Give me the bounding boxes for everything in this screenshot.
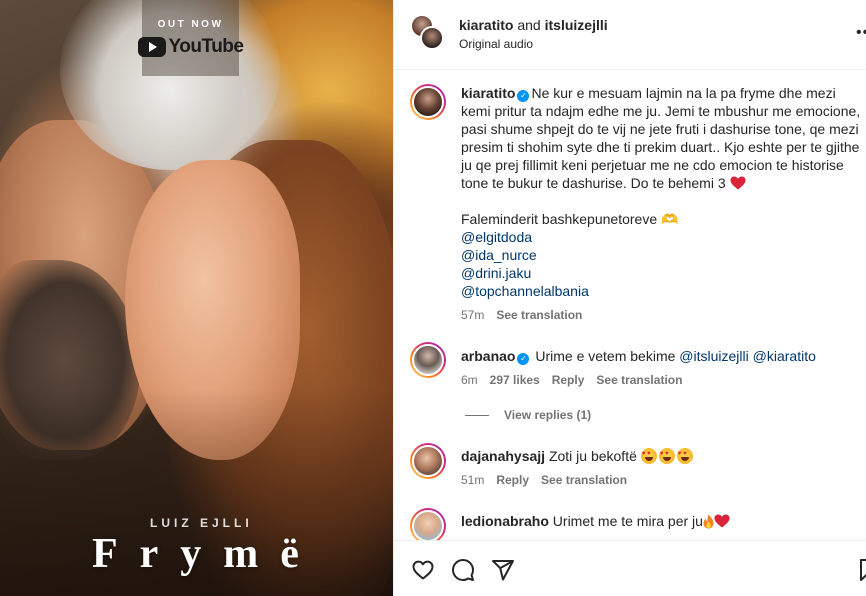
share-icon[interactable] <box>491 558 515 582</box>
likes-count[interactable]: 297 likes <box>490 373 540 387</box>
action-bar <box>394 540 866 596</box>
mention-link[interactable]: @ida_nurce <box>461 246 857 264</box>
comment-username[interactable]: arbanao <box>461 348 515 364</box>
author-username[interactable]: kiaratito <box>459 17 513 33</box>
see-translation-button[interactable]: See translation <box>596 373 682 387</box>
comment-username[interactable]: dajanahysajj <box>461 448 545 464</box>
avatar-image <box>412 86 444 118</box>
caption-line: presim ti shohim syte dhe ti prekim duar… <box>461 139 860 155</box>
audio-link[interactable]: Original audio <box>459 37 533 51</box>
comment-body: Urimet me te mira per ju <box>552 513 703 529</box>
avatar[interactable] <box>410 443 446 479</box>
comment-username[interactable]: ledionabraho <box>461 513 549 529</box>
and-text: and <box>513 17 545 33</box>
timestamp[interactable]: 6m <box>461 373 478 387</box>
comment-text: arbanao ✓ Urime e vetem bekime @itsluizej… <box>461 348 857 365</box>
caption-thanks: Faleminderit bashkepunetoreve 🫶 <box>461 211 679 227</box>
comment-icon[interactable] <box>451 558 475 582</box>
out-now-text: OUT NOW <box>157 18 224 30</box>
red-heart-icon <box>714 514 730 528</box>
mention-link[interactable]: @drini.jaku <box>461 264 857 282</box>
reply-button[interactable]: Reply <box>496 473 529 487</box>
heart-eyes-emoji-icon <box>640 448 657 464</box>
view-replies-label: View replies (1) <box>504 408 592 422</box>
avatar[interactable] <box>410 508 446 540</box>
caption-line: pasi shume shpejt do te vij ne jete frut… <box>461 121 859 137</box>
comment-meta: 6m 297 likes Reply See translation <box>461 373 682 387</box>
caption-line-text: Ne kur e mesuam lajmin na la pa fryme dh… <box>531 85 836 101</box>
caption-line: kiaratito ✓ Ne kur e mesuam lajmin na la p… <box>461 84 857 102</box>
like-heart-icon[interactable] <box>411 558 435 582</box>
caption-meta: 57m See translation <box>461 308 582 322</box>
comment-meta: 51m Reply See translation <box>461 473 627 487</box>
timestamp[interactable]: 57m <box>461 308 484 322</box>
post-media[interactable]: OUT NOW YouTube LUIZ EJLLI Frymë <box>0 0 393 596</box>
caption-body: kiaratito ✓ Ne kur e mesuam lajmin na la p… <box>461 84 861 192</box>
out-now-badge: OUT NOW YouTube <box>137 0 244 76</box>
post-panel: kiaratito and itsluizejlli Original audi… <box>393 0 866 596</box>
mention-link[interactable]: @topchannelalbania <box>461 282 857 300</box>
post-header: kiaratito and itsluizejlli Original audi… <box>394 0 866 70</box>
heart-eyes-emoji-icon <box>658 448 675 464</box>
heart-eyes-emoji-icon <box>676 448 693 464</box>
avatar[interactable] <box>420 26 444 50</box>
see-translation-button[interactable]: See translation <box>541 473 627 487</box>
caption-line: kemi pritur ta ndajm edhe me ju. Jemi te… <box>461 103 861 119</box>
youtube-logo: YouTube <box>137 35 244 58</box>
verified-icon: ✓ <box>517 353 530 365</box>
collaborator-username[interactable]: itsluizejlli <box>545 17 608 33</box>
red-heart-icon <box>730 176 745 190</box>
avatar[interactable] <box>410 84 446 120</box>
view-replies-button[interactable]: View replies (1) <box>465 408 591 422</box>
save-bookmark-icon[interactable] <box>856 558 866 582</box>
more-options-icon[interactable]: ••• <box>856 24 866 42</box>
collab-avatars[interactable] <box>410 14 444 52</box>
comment-body: Zoti ju bekoftë <box>548 448 641 464</box>
author-names: kiaratito and itsluizejlli <box>459 17 608 33</box>
avatar-image <box>412 445 444 477</box>
caption-line: tone te bukur te dashurise. Do te behemi… <box>461 174 857 192</box>
avatar-image <box>412 344 444 376</box>
reply-button[interactable]: Reply <box>552 373 585 387</box>
comments-section: kiaratito ✓ Ne kur e mesuam lajmin na la p… <box>394 70 866 540</box>
comment-text: dajanahysajj Zoti ju bekoftë <box>461 448 695 464</box>
divider <box>465 414 489 416</box>
caption-line-text: tone te bukur te dashurise. Do te behemi… <box>461 175 726 191</box>
caption: kiaratito ✓ Ne kur e mesuam lajmin na la p… <box>461 84 861 300</box>
see-translation-button[interactable]: See translation <box>496 308 582 322</box>
song-title: Frymë <box>92 531 321 577</box>
comment-body: Urime e vetem bekime <box>535 348 680 364</box>
mention-link[interactable]: @kiaratito <box>753 348 816 364</box>
media-shade <box>0 0 393 596</box>
comment-text: ledionabraho Urimet me te mira per ju <box>461 513 730 529</box>
mention-link[interactable]: @elgitdoda <box>461 228 857 246</box>
fire-emoji-icon <box>703 514 714 529</box>
youtube-play-icon <box>137 36 166 57</box>
avatar-image <box>412 510 444 540</box>
avatar[interactable] <box>410 342 446 378</box>
mention-link[interactable]: @itsluizejlli <box>679 348 748 364</box>
caption-username[interactable]: kiaratito <box>461 85 515 101</box>
youtube-wordmark: YouTube <box>168 35 244 57</box>
caption-line: ju qe prej fillimit keni perjetuar me ne… <box>461 157 844 173</box>
artist-name: LUIZ EJLLI <box>150 516 253 530</box>
verified-icon: ✓ <box>517 90 530 102</box>
timestamp[interactable]: 51m <box>461 473 484 487</box>
